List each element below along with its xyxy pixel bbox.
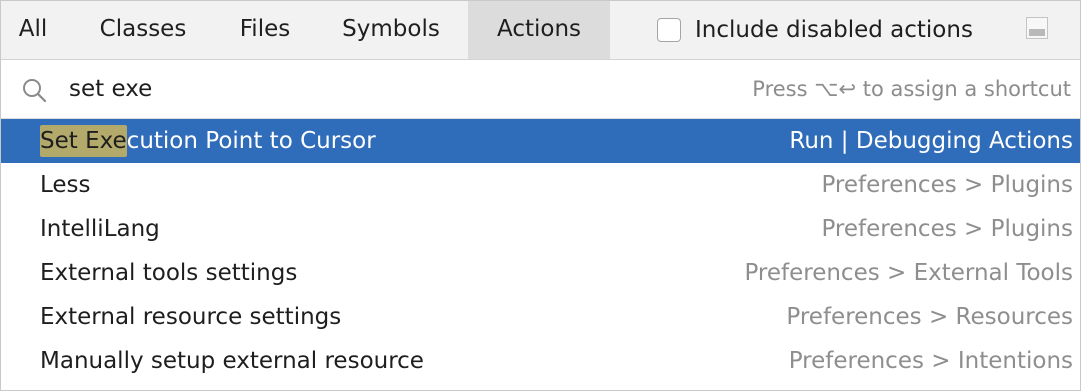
tab-classes[interactable]: Classes xyxy=(80,1,206,59)
tab-files[interactable]: Files xyxy=(223,1,307,59)
result-row-selected[interactable]: Set Execution Point to Cursor Run | Debu… xyxy=(1,119,1080,163)
tab-all[interactable]: All xyxy=(1,1,65,59)
tab-bar: All Classes Files Symbols Actions Includ… xyxy=(1,1,1080,60)
result-row[interactable]: Manually setup external resource Prefere… xyxy=(1,339,1080,383)
preview-toggle-icon[interactable] xyxy=(1026,17,1048,39)
result-name-rest: cution Point to Cursor xyxy=(126,128,376,154)
result-location: Preferences > Resources xyxy=(786,304,1073,330)
result-name: Manually setup external resource xyxy=(40,348,424,374)
result-location: Run | Debugging Actions xyxy=(789,128,1073,154)
hint-keys: ⌥↩ xyxy=(814,77,857,101)
search-input[interactable] xyxy=(69,69,629,109)
tab-actions[interactable]: Actions xyxy=(468,1,610,59)
result-name: External resource settings xyxy=(40,304,342,330)
result-name: Set Execution Point to Cursor xyxy=(40,119,376,163)
result-row[interactable]: IntelliLang Preferences > Plugins xyxy=(1,207,1080,251)
result-name: Less xyxy=(40,172,91,198)
result-location: Preferences > Plugins xyxy=(821,172,1073,198)
hint-prefix: Press xyxy=(752,77,808,101)
results-list: Set Execution Point to Cursor Run | Debu… xyxy=(1,119,1080,383)
search-row: Press ⌥↩ to assign a shortcut xyxy=(1,60,1080,119)
checkbox-label: Include disabled actions xyxy=(695,17,973,43)
result-name: IntelliLang xyxy=(40,216,160,242)
search-everywhere-popup: All Classes Files Symbols Actions Includ… xyxy=(0,0,1081,391)
result-row[interactable]: External resource settings Preferences >… xyxy=(1,295,1080,339)
result-row[interactable]: Less Preferences > Plugins xyxy=(1,163,1080,207)
tab-symbols[interactable]: Symbols xyxy=(324,1,458,59)
match-highlight: Set Exe xyxy=(40,125,127,157)
shortcut-hint: Press ⌥↩ to assign a shortcut xyxy=(752,60,1071,118)
result-name: External tools settings xyxy=(40,260,298,286)
result-location: Preferences > External Tools xyxy=(744,260,1073,286)
result-location: Preferences > Intentions xyxy=(788,348,1073,374)
search-icon xyxy=(23,79,47,103)
checkbox-box[interactable] xyxy=(657,18,681,42)
result-row[interactable]: External tools settings Preferences > Ex… xyxy=(1,251,1080,295)
include-disabled-actions-checkbox[interactable]: Include disabled actions xyxy=(657,1,973,59)
result-location: Preferences > Plugins xyxy=(821,216,1073,242)
hint-suffix: to assign a shortcut xyxy=(862,77,1071,101)
